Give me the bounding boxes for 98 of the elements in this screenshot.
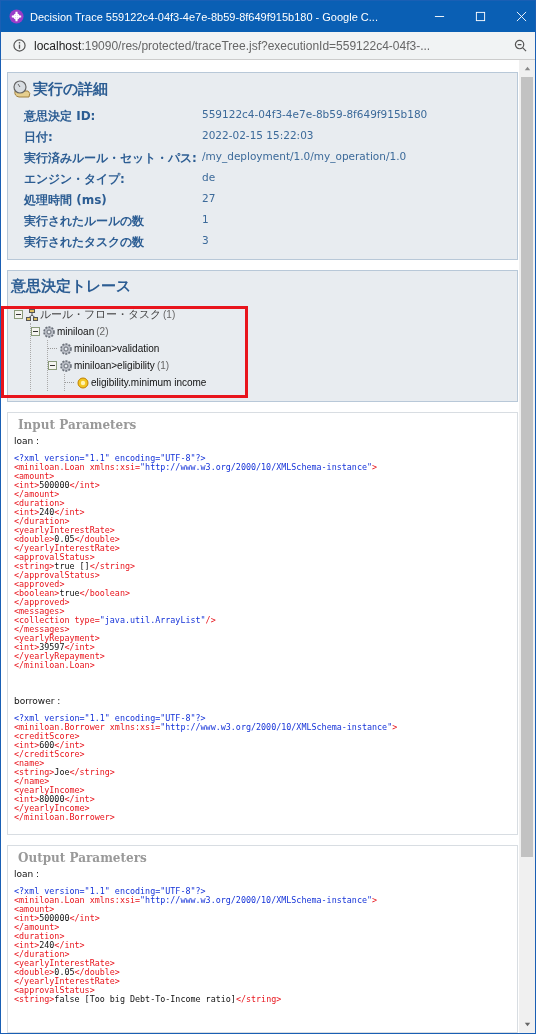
xml-line: <miniloan.Loan xmlns:xsi="http://www.w3.org/2000/10/XMLSchema-instance">: [14, 463, 379, 472]
xml-line: <?xml version="1.1" encoding="UTF-8"?>: [14, 887, 207, 896]
xml-line: <yearlyIncome>: [14, 786, 85, 795]
detail-value: 559122c4-04f3-4e7e-8b59-8f649f915b180: [202, 108, 429, 122]
xml-line: <approvalStatus>: [14, 986, 95, 995]
detail-value: 3: [202, 234, 210, 248]
node-count: (1): [163, 309, 176, 320]
detail-label: 日付:: [24, 129, 54, 146]
flow-icon: [26, 308, 38, 321]
xml-line: <duration>: [14, 499, 66, 508]
xml-line: <?xml version="1.1" encoding="UTF-8"?>: [14, 454, 207, 463]
detail-label: 意思決定 ID:: [24, 108, 97, 125]
xml-line: <int>39597</int>: [14, 643, 95, 652]
section-title: Output Parameters: [17, 850, 148, 867]
gear-icon: [60, 342, 72, 355]
parameter-name: loan :: [14, 436, 41, 446]
xml-line: </yearlyInterestRate>: [14, 544, 121, 553]
xml-line: <duration>: [14, 932, 66, 941]
xml-line: </duration>: [14, 517, 71, 526]
xml-line: <yearlyRepayment>: [14, 634, 101, 643]
xml-line: <string>false [Too big Debt-To-Income ratio]</string>: [14, 995, 283, 1004]
detail-label: 処理時間 (ms): [24, 192, 108, 209]
xml-line: </miniloan.Borrower>: [14, 813, 116, 822]
info-icon[interactable]: [13, 39, 26, 52]
detail-value: 27: [202, 192, 217, 206]
xml-line: <miniloan.Loan xmlns:xsi="http://www.w3.org/2000/10/XMLSchema-instance">: [14, 896, 379, 905]
app-icon: [9, 9, 24, 24]
collapse-icon[interactable]: [31, 327, 40, 336]
detail-label: エンジン・タイプ:: [24, 171, 126, 188]
parameter-name: loan :: [14, 869, 41, 879]
tree-node-label[interactable]: ルール・フロー・タスク: [40, 307, 161, 322]
detail-value: 1: [202, 213, 210, 227]
xml-line: </yearlyRepayment>: [14, 652, 106, 661]
xml-line: <int>500000</int>: [14, 914, 101, 923]
xml-line: <int>240</int>: [14, 941, 86, 950]
tree-node-label[interactable]: eligibility.minimum income: [91, 377, 207, 388]
xml-line: <string>Joe</string>: [14, 768, 116, 777]
section-title: 実行の詳細: [33, 79, 108, 99]
xml-line: <name>: [14, 759, 46, 768]
detail-value: /my_deployment/1.0/my_operation/1.0: [202, 150, 408, 165]
scrollbar[interactable]: [519, 60, 535, 1033]
tree-node-label[interactable]: miniloan>validation: [74, 343, 160, 354]
xml-line: <miniloan.Borrower xmlns:xsi="http://www.w3.org/2000/10/XMLSchema-instance">: [14, 723, 399, 732]
detail-value: de: [202, 171, 217, 185]
xml-line: <?xml version="1.1" encoding="UTF-8"?>: [14, 714, 206, 723]
address-bar[interactable]: localhost:19090/res/protected/traceTree.jsf?executionId=559122c4-04f3-...: [1, 32, 535, 60]
xml-line: </messages>: [14, 625, 70, 634]
node-count: (2): [96, 326, 109, 337]
window-title: Decision Trace 559122c4-04f3-4e7e-8b59-8f649f915b180 - Google C...: [30, 10, 379, 23]
xml-line: </yearlyIncome>: [14, 804, 90, 813]
xml-line: <string>true []</string>: [14, 562, 137, 571]
maximize-icon[interactable]: [475, 11, 486, 22]
close-icon[interactable]: [516, 11, 527, 22]
xml-line: <double>0.05</double>: [14, 968, 121, 977]
xml-line: <amount>: [14, 905, 56, 914]
detail-label: 実行済みルール・セット・パス:: [24, 150, 198, 167]
xml-line: <int>500000</int>: [14, 481, 101, 490]
scroll-icon: [12, 79, 32, 99]
section-title: Input Parameters: [17, 417, 138, 434]
gear-icon: [60, 359, 72, 372]
xml-line: <double>0.05</double>: [14, 535, 121, 544]
collapse-icon[interactable]: [48, 361, 57, 370]
xml-line: </approvalStatus>: [14, 571, 100, 580]
xml-line: <int>80000</int>: [14, 795, 96, 804]
tree-node-label[interactable]: miniloan: [57, 326, 95, 337]
xml-line: <amount>: [14, 472, 56, 481]
xml-line: </duration>: [14, 950, 71, 959]
collapse-icon[interactable]: [14, 310, 23, 319]
xml-line: <messages>: [14, 607, 65, 616]
xml-line: </creditScore>: [14, 750, 86, 759]
xml-line: <int>600</int>: [14, 741, 86, 750]
scroll-down-icon[interactable]: [522, 1020, 532, 1029]
xml-line: <int>240</int>: [14, 508, 86, 517]
xml-line: </amount>: [14, 490, 61, 499]
section-title: 意思決定トレース: [9, 277, 132, 296]
xml-line: </approved>: [14, 598, 71, 607]
xml-line: <yearlyInterestRate>: [14, 526, 115, 535]
zoom-icon[interactable]: [514, 39, 527, 52]
xml-line: </miniloan.Loan>: [14, 661, 95, 670]
xml-line: </yearlyInterestRate>: [14, 977, 121, 986]
gear-icon: [43, 325, 55, 338]
detail-value: 2022-02-15 15:22:03: [202, 129, 315, 143]
xml-line: </name>: [14, 777, 50, 786]
detail-label: 実行されたタスクの数: [24, 234, 145, 251]
xml-line: <approvalStatus>: [14, 553, 95, 562]
xml-line: <yearlyInterestRate>: [14, 959, 115, 968]
parameter-name: borrower :: [14, 696, 62, 706]
xml-line: <boolean>true</boolean>: [14, 589, 131, 598]
scroll-up-icon[interactable]: [522, 64, 532, 73]
scrollbar-thumb[interactable]: [521, 77, 533, 857]
xml-line: <approved>: [14, 580, 65, 589]
url-text: localhost:19090/res/protected/traceTree.jsf?executionId=559122c4-04f3-...: [34, 38, 432, 53]
node-count: (1): [156, 360, 170, 371]
xml-line: </amount>: [14, 923, 61, 932]
tree-node-label[interactable]: miniloan>eligibility: [74, 360, 155, 371]
detail-label: 実行されたルールの数: [24, 213, 145, 230]
xml-line: <collection type="java.util.ArrayList"/>: [14, 616, 217, 625]
xml-line: <creditScore>: [14, 732, 81, 741]
